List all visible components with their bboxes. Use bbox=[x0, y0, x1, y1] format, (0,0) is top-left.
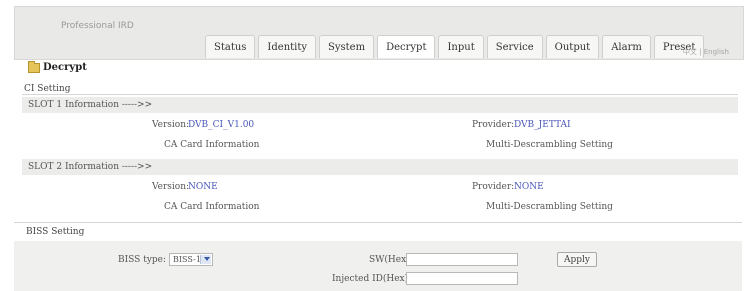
slot2-multi-descrambling-link[interactable]: Multi-Descrambling Setting bbox=[486, 202, 613, 212]
slot2-header-row: SLOT 2 Information ----->> bbox=[22, 159, 738, 175]
decrypt-page: Professional IRD Status Identity System … bbox=[0, 0, 750, 291]
folder-icon bbox=[28, 60, 40, 73]
slot2-header: SLOT 2 Information ----->> bbox=[28, 162, 153, 172]
slot1-multi-descrambling-link[interactable]: Multi-Descrambling Setting bbox=[486, 140, 613, 150]
slot2-provider-value: NONE bbox=[514, 182, 544, 192]
slot1-links-row: CA Card Information Multi-Descrambling S… bbox=[22, 137, 738, 153]
tab-status[interactable]: Status bbox=[205, 35, 256, 58]
page-title: Decrypt bbox=[28, 60, 87, 73]
slot2-links-row: CA Card Information Multi-Descrambling S… bbox=[22, 199, 738, 215]
slot1-provider-value: DVB_JETTAI bbox=[514, 120, 571, 130]
apply-button[interactable]: Apply bbox=[557, 252, 597, 267]
main-tabs: Status Identity System Decrypt Input Ser… bbox=[205, 35, 705, 59]
injected-id-input[interactable] bbox=[406, 272, 518, 285]
slot1-version-row: Version: DVB_CI_V1.00 Provider: DVB_JETT… bbox=[22, 117, 738, 133]
sw-input[interactable] bbox=[406, 253, 518, 266]
biss-type-value: BISS-1 bbox=[173, 255, 201, 264]
slot1-header: SLOT 1 Information ----->> bbox=[28, 100, 153, 110]
ci-setting-section: SLOT 1 Information ----->> Version: DVB_… bbox=[22, 94, 738, 221]
slot2-version-value: NONE bbox=[188, 182, 218, 192]
tab-identity[interactable]: Identity bbox=[258, 35, 317, 58]
chevron-down-icon[interactable] bbox=[200, 255, 211, 264]
injected-id-label: Injected ID(Hex): bbox=[332, 274, 412, 284]
biss-type-label: BISS type: bbox=[118, 255, 167, 265]
biss-divider bbox=[14, 222, 742, 223]
brand-label: Professional IRD bbox=[61, 21, 134, 31]
slot2-version-label: Version: bbox=[152, 182, 190, 192]
slot1-provider-label: Provider: bbox=[472, 120, 515, 130]
slot2-provider-label: Provider: bbox=[472, 182, 515, 192]
slot1-version-label: Version: bbox=[152, 120, 190, 130]
ci-setting-label: CI Setting bbox=[24, 84, 71, 94]
slot1-version-value: DVB_CI_V1.00 bbox=[188, 120, 255, 130]
page-title-text: Decrypt bbox=[43, 62, 87, 73]
slot2-version-row: Version: NONE Provider: NONE bbox=[22, 179, 738, 195]
slot2-ca-card-link[interactable]: CA Card Information bbox=[164, 202, 259, 212]
tab-alarm[interactable]: Alarm bbox=[602, 35, 651, 58]
tab-system[interactable]: System bbox=[319, 35, 375, 58]
language-switch[interactable]: 中文 | English bbox=[683, 47, 729, 57]
tab-output[interactable]: Output bbox=[545, 35, 600, 58]
biss-type-select[interactable]: BISS-1 bbox=[169, 253, 213, 266]
top-header: Professional IRD Status Identity System … bbox=[14, 6, 744, 60]
biss-setting-label: BISS Setting bbox=[26, 227, 85, 237]
slot1-header-row: SLOT 1 Information ----->> bbox=[22, 97, 738, 113]
tab-decrypt[interactable]: Decrypt bbox=[377, 35, 436, 58]
tab-input[interactable]: Input bbox=[438, 35, 484, 58]
tab-service[interactable]: Service bbox=[486, 35, 543, 58]
biss-setting-section: BISS type: BISS-1 SW(Hex): Apply Injecte… bbox=[14, 241, 742, 291]
slot1-ca-card-link[interactable]: CA Card Information bbox=[164, 140, 259, 150]
